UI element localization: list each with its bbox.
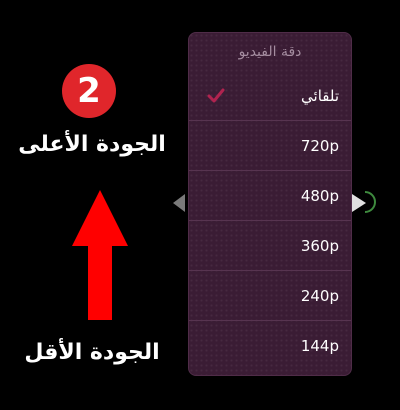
lower-quality-label: الجودة الأقل — [24, 340, 160, 365]
higher-quality-label: الجودة الأعلى — [18, 132, 166, 157]
quality-option-480p[interactable]: 480p — [189, 171, 351, 221]
step-number-badge: 2 — [62, 64, 116, 118]
option-label: 360p — [300, 237, 339, 255]
quality-option-720p[interactable]: 720p — [189, 121, 351, 171]
option-label: 144p — [300, 337, 339, 355]
video-quality-menu: دقة الفيديو تلقائي 720p 480p 360p 240p 1… — [188, 32, 352, 376]
option-label: تلقائي — [301, 87, 339, 105]
quality-option-360p[interactable]: 360p — [189, 221, 351, 271]
chevron-right-icon[interactable] — [352, 194, 366, 212]
option-label: 240p — [300, 287, 339, 305]
check-icon — [207, 88, 225, 103]
option-label: 720p — [300, 137, 339, 155]
arrow-up-icon — [72, 190, 128, 320]
menu-title: دقة الفيديو — [238, 44, 302, 60]
quality-option-auto[interactable]: تلقائي — [189, 71, 351, 121]
quality-option-144p[interactable]: 144p — [189, 321, 351, 371]
chevron-left-icon[interactable] — [173, 194, 185, 212]
option-label: 480p — [300, 187, 339, 205]
quality-option-240p[interactable]: 240p — [189, 271, 351, 321]
